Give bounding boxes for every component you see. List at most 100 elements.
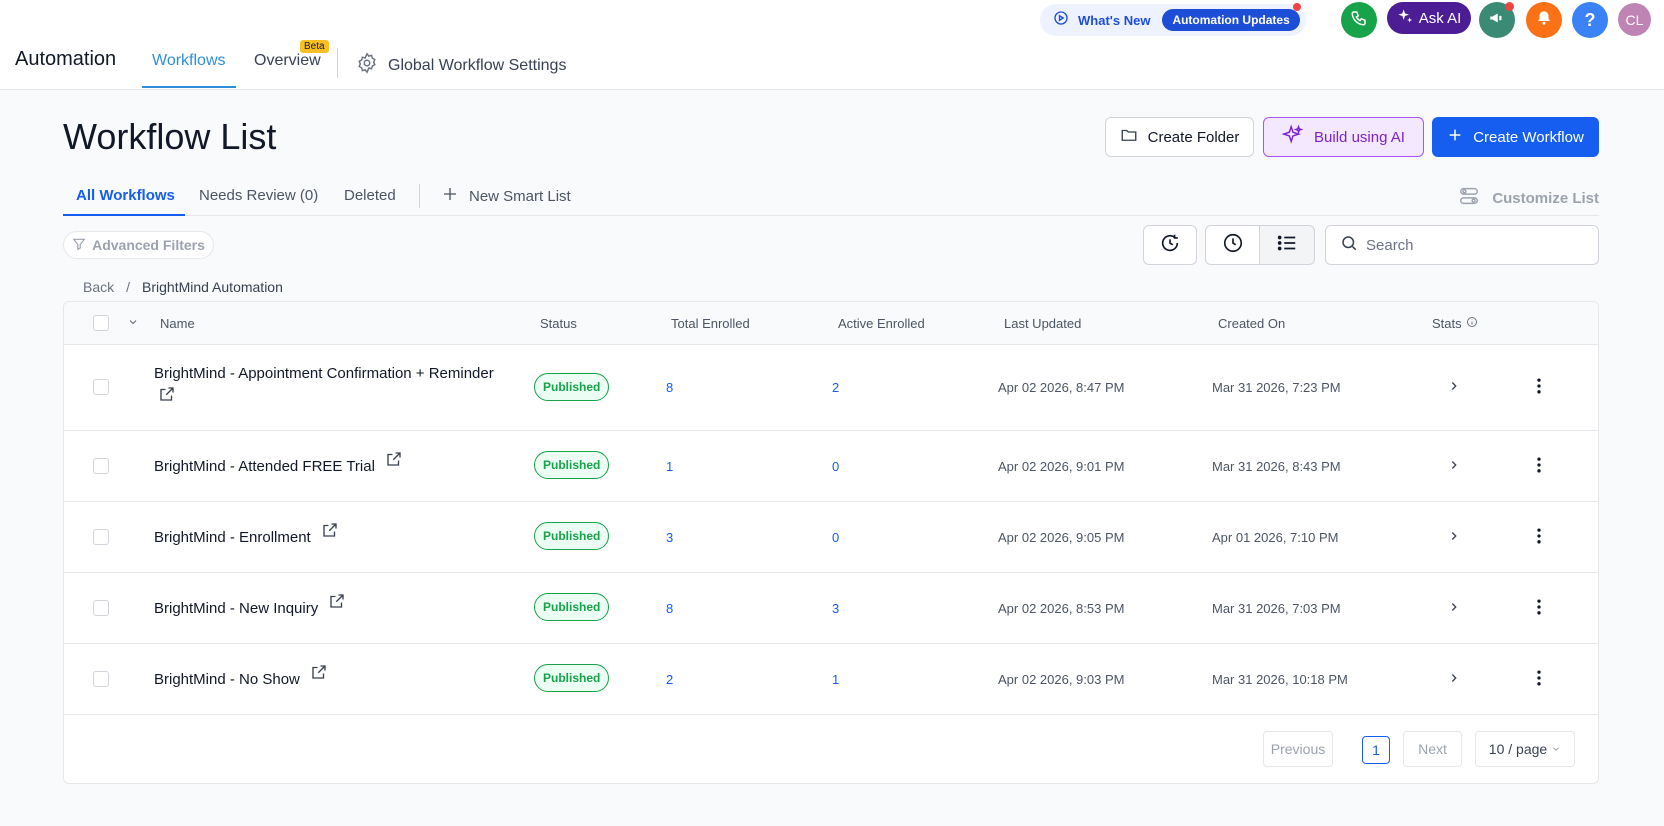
workflow-name[interactable]: BrightMind - No Show bbox=[154, 665, 328, 691]
search-input[interactable] bbox=[1366, 236, 1586, 254]
active-enrolled-link[interactable]: 0 bbox=[832, 530, 839, 545]
row-checkbox[interactable] bbox=[93, 671, 109, 687]
select-all-checkbox[interactable] bbox=[93, 315, 109, 331]
tab-overview[interactable]: Overview bbox=[254, 52, 321, 70]
column-created-on[interactable]: Created On bbox=[1218, 316, 1285, 331]
customize-list-button[interactable]: Customize List bbox=[1458, 185, 1599, 211]
row-checkbox[interactable] bbox=[93, 379, 109, 395]
chevron-right-icon bbox=[1447, 458, 1461, 475]
tab-deleted[interactable]: Deleted bbox=[344, 187, 396, 204]
create-folder-button[interactable]: Create Folder bbox=[1105, 117, 1254, 157]
column-total-enrolled[interactable]: Total Enrolled bbox=[671, 316, 750, 331]
tab-workflows[interactable]: Workflows bbox=[152, 52, 226, 70]
global-workflow-settings-link[interactable]: Global Workflow Settings bbox=[356, 52, 566, 79]
whats-new-banner[interactable]: What's New Automation Updates bbox=[1040, 4, 1306, 36]
active-enrolled-link[interactable]: 2 bbox=[832, 380, 839, 395]
active-enrolled-link[interactable]: 1 bbox=[832, 672, 839, 687]
phone-icon bbox=[1350, 9, 1368, 32]
next-page-button[interactable]: Next bbox=[1403, 731, 1462, 767]
page-1-button[interactable]: 1 bbox=[1362, 736, 1390, 764]
external-link-icon[interactable] bbox=[328, 592, 346, 617]
clock-view-button[interactable] bbox=[1205, 225, 1260, 265]
build-using-ai-button[interactable]: Build using AI bbox=[1263, 117, 1424, 157]
list-view-button[interactable] bbox=[1259, 225, 1315, 265]
previous-page-button[interactable]: Previous bbox=[1263, 731, 1333, 767]
workflow-name[interactable]: BrightMind - Appointment Confirmation + … bbox=[154, 363, 514, 410]
stats-chevron-button[interactable] bbox=[1447, 671, 1461, 688]
stats-chevron-button[interactable] bbox=[1447, 458, 1461, 475]
new-smart-list-button[interactable]: New Smart List bbox=[441, 185, 571, 207]
total-enrolled-link[interactable]: 3 bbox=[666, 530, 673, 545]
last-updated: Apr 02 2026, 8:47 PM bbox=[998, 380, 1125, 395]
total-enrolled-link[interactable]: 8 bbox=[666, 380, 673, 395]
last-updated: Apr 02 2026, 9:05 PM bbox=[998, 530, 1125, 545]
breadcrumb: Back / BrightMind Automation bbox=[83, 279, 283, 295]
tab-all-workflows[interactable]: All Workflows bbox=[76, 187, 175, 204]
sparkle-icon bbox=[1397, 8, 1413, 28]
row-checkbox[interactable] bbox=[93, 529, 109, 545]
total-enrolled-link[interactable]: 8 bbox=[666, 601, 673, 616]
row-actions-button[interactable] bbox=[1529, 376, 1549, 399]
row-actions-button[interactable] bbox=[1529, 668, 1549, 691]
column-stats[interactable]: Stats bbox=[1432, 316, 1478, 331]
row-actions-button[interactable] bbox=[1529, 526, 1549, 549]
row-checkbox[interactable] bbox=[93, 458, 109, 474]
column-active-enrolled[interactable]: Active Enrolled bbox=[838, 316, 925, 331]
active-enrolled-link[interactable]: 3 bbox=[832, 601, 839, 616]
workflow-name[interactable]: BrightMind - New Inquiry bbox=[154, 594, 346, 620]
megaphone-icon bbox=[1488, 9, 1506, 32]
ask-ai-button[interactable]: Ask AI bbox=[1387, 2, 1471, 34]
table-row: BrightMind - Appointment Confirmation + … bbox=[64, 345, 1598, 431]
kebab-menu-icon bbox=[1529, 376, 1549, 399]
whats-new-icon bbox=[1052, 9, 1070, 32]
advanced-filters-button[interactable]: Advanced Filters bbox=[63, 231, 214, 259]
create-folder-label: Create Folder bbox=[1147, 128, 1240, 146]
automation-updates-pill[interactable]: Automation Updates bbox=[1162, 9, 1300, 31]
last-updated: Apr 02 2026, 8:53 PM bbox=[998, 601, 1125, 616]
created-on: Mar 31 2026, 7:03 PM bbox=[1212, 601, 1341, 616]
chevron-right-icon bbox=[1447, 600, 1461, 617]
avatar[interactable]: CL bbox=[1618, 3, 1651, 36]
chevron-right-icon bbox=[1447, 671, 1461, 688]
folder-icon bbox=[1120, 126, 1138, 148]
external-link-icon[interactable] bbox=[385, 450, 403, 475]
tab-all-workflows-underline bbox=[63, 214, 185, 216]
breadcrumb-separator: / bbox=[126, 279, 131, 295]
subtab-divider bbox=[419, 184, 420, 208]
row-actions-button[interactable] bbox=[1529, 455, 1549, 478]
page-size-select[interactable]: 10 / page bbox=[1475, 731, 1575, 767]
plus-icon bbox=[441, 185, 459, 207]
history-view-button[interactable] bbox=[1143, 225, 1197, 265]
column-status[interactable]: Status bbox=[540, 316, 577, 331]
select-menu-chevron[interactable] bbox=[127, 316, 139, 331]
active-enrolled-link[interactable]: 0 bbox=[832, 459, 839, 474]
notifications-button[interactable] bbox=[1526, 2, 1562, 38]
create-workflow-label: Create Workflow bbox=[1473, 128, 1584, 146]
column-last-updated[interactable]: Last Updated bbox=[1004, 316, 1081, 331]
column-name[interactable]: Name bbox=[160, 316, 195, 331]
total-enrolled-link[interactable]: 2 bbox=[666, 672, 673, 687]
help-button[interactable]: ? bbox=[1572, 2, 1608, 38]
kebab-menu-icon bbox=[1529, 668, 1549, 691]
workflow-name[interactable]: BrightMind - Enrollment bbox=[154, 523, 339, 549]
notification-dot bbox=[1293, 3, 1301, 11]
page-size-label: 10 / page bbox=[1488, 741, 1548, 757]
workflow-name-text: BrightMind - Appointment Confirmation + … bbox=[154, 365, 494, 382]
stats-chevron-button[interactable] bbox=[1447, 529, 1461, 546]
ask-ai-label: Ask AI bbox=[1418, 9, 1462, 27]
stats-chevron-button[interactable] bbox=[1447, 379, 1461, 396]
tab-needs-review[interactable]: Needs Review (0) bbox=[199, 187, 318, 204]
row-checkbox[interactable] bbox=[93, 600, 109, 616]
workflow-name[interactable]: BrightMind - Attended FREE Trial bbox=[154, 452, 403, 478]
create-workflow-button[interactable]: Create Workflow bbox=[1432, 117, 1599, 157]
stats-chevron-button[interactable] bbox=[1447, 600, 1461, 617]
external-link-icon[interactable] bbox=[310, 663, 328, 688]
external-link-icon[interactable] bbox=[321, 521, 339, 546]
breadcrumb-back-link[interactable]: Back bbox=[83, 279, 114, 295]
row-actions-button[interactable] bbox=[1529, 597, 1549, 620]
status-badge: Published bbox=[534, 451, 610, 479]
whats-new-label: What's New bbox=[1078, 12, 1151, 28]
total-enrolled-link[interactable]: 1 bbox=[666, 459, 673, 474]
phone-button[interactable] bbox=[1341, 2, 1377, 38]
external-link-icon[interactable] bbox=[158, 385, 176, 410]
